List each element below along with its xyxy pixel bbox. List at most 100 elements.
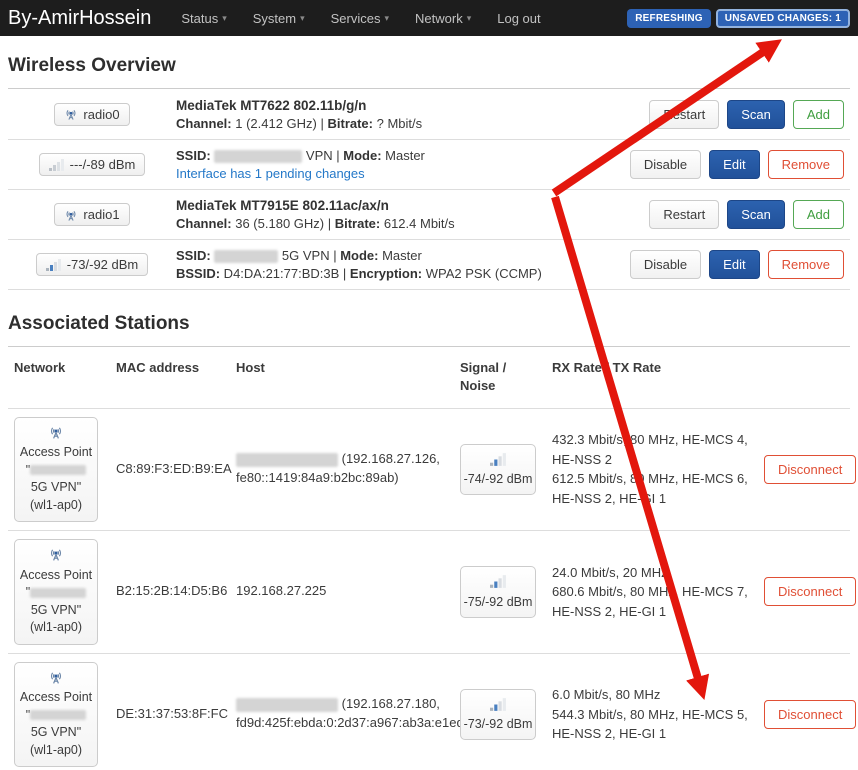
nav-item-logout[interactable]: Log out xyxy=(497,11,540,26)
stations-table-header: Network MAC address Host Signal / Noise … xyxy=(8,346,850,407)
disconnect-button[interactable]: Disconnect xyxy=(764,455,856,484)
network-badge-ssid-redacted: " xyxy=(17,462,95,480)
signal-badge: -73/-92 dBm xyxy=(36,253,149,276)
unsaved-changes-badge[interactable]: UNSAVED CHANGES: 1 xyxy=(716,9,850,28)
rate-cell: 432.3 Mbit/s, 80 MHz, HE-MCS 4, HE-NSS 2… xyxy=(552,430,764,508)
rx-rate: 6.0 Mbit/s, 80 MHz xyxy=(552,685,750,705)
nav-item-network[interactable]: Network ▾ xyxy=(415,11,471,26)
disable-button[interactable]: Disable xyxy=(630,150,701,179)
redacted-text xyxy=(30,710,86,720)
signal-badge-label: -75/-92 dBm xyxy=(463,595,533,609)
col-header-network: Network xyxy=(14,359,116,377)
scan-button[interactable]: Scan xyxy=(727,200,785,229)
network-badge-ssid-redacted: " xyxy=(17,584,95,602)
stations-table: Network MAC address Host Signal / Noise … xyxy=(8,346,850,770)
rate-cell: 6.0 Mbit/s, 80 MHz 544.3 Mbit/s, 80 MHz,… xyxy=(552,685,764,744)
nav-item-label: Log out xyxy=(497,11,540,26)
host-cell: (192.168.27.180, fd9d:425f:ebda:0:2d37:a… xyxy=(236,695,460,733)
signal-badge: -74/-92 dBm xyxy=(460,444,536,496)
antenna-icon xyxy=(48,669,64,685)
network-badge: Access Point " 5G VPN" (wl1-ap0) xyxy=(14,662,98,768)
signal-badge-label: -74/-92 dBm xyxy=(463,472,533,486)
radio-badge-label: radio0 xyxy=(83,107,119,122)
restart-button[interactable]: Restart xyxy=(649,200,719,229)
host-cell: 192.168.27.225 xyxy=(236,582,460,601)
disconnect-button[interactable]: Disconnect xyxy=(764,577,856,606)
network-badge-ssid: 5G VPN" xyxy=(17,602,95,620)
radio0-badge: radio0 xyxy=(54,103,129,126)
chevron-down-icon: ▾ xyxy=(222,13,227,24)
radio-device-detail: Channel: 36 (5.180 GHz) | Bitrate: 612.4… xyxy=(176,216,649,231)
remove-button[interactable]: Remove xyxy=(768,250,844,279)
ssid-line: SSID: 5G VPN | Mode: Master xyxy=(176,248,630,263)
redacted-text xyxy=(30,465,86,475)
network-badge-ifname: (wl1-ap0) xyxy=(17,497,95,515)
col-header-mac: MAC address xyxy=(116,359,236,377)
radio0-row: radio0 MediaTek MT7622 802.11b/g/n Chann… xyxy=(8,89,850,139)
tx-rate: 544.3 Mbit/s, 80 MHz, HE-MCS 5, HE-NSS 2… xyxy=(552,705,750,744)
nav-item-label: Services xyxy=(331,11,381,26)
edit-button[interactable]: Edit xyxy=(709,150,759,179)
network-badge-type: Access Point xyxy=(17,689,95,707)
col-header-host: Host xyxy=(236,359,460,377)
rx-rate: 432.3 Mbit/s, 80 MHz, HE-MCS 4, HE-NSS 2 xyxy=(552,430,750,469)
app-title: By-AmirHossein xyxy=(8,7,151,30)
disconnect-button[interactable]: Disconnect xyxy=(764,700,856,729)
scan-button[interactable]: Scan xyxy=(727,100,785,129)
ssid-line: SSID: VPN | Mode: Master xyxy=(176,148,630,163)
wireless-overview-table: radio0 MediaTek MT7622 802.11b/g/n Chann… xyxy=(8,89,850,290)
network-badge-ssid-redacted: " xyxy=(17,707,95,725)
nav-item-label: Network xyxy=(415,11,463,26)
radio-device-title: MediaTek MT7622 802.11b/g/n xyxy=(176,98,649,113)
add-button[interactable]: Add xyxy=(793,100,844,129)
antenna-icon xyxy=(64,107,78,121)
col-header-rate: RX Rate / TX Rate xyxy=(552,359,764,377)
mac-address: B2:15:2B:14:D5:B6 xyxy=(116,582,236,601)
network-badge-ifname: (wl1-ap0) xyxy=(17,619,95,637)
radio-badge-label: radio1 xyxy=(83,207,119,222)
nav-item-services[interactable]: Services ▾ xyxy=(331,11,389,26)
redacted-ssid xyxy=(214,250,278,263)
station-row: Access Point " 5G VPN" (wl1-ap0) B2:15:2… xyxy=(8,530,850,653)
rate-cell: 24.0 Mbit/s, 20 MHz 680.6 Mbit/s, 80 MHz… xyxy=(552,563,764,622)
wifi-network-row-5g: -73/-92 dBm SSID: 5G VPN | Mode: Master … xyxy=(8,239,850,289)
signal-badge-label: -73/-92 dBm xyxy=(67,257,139,272)
radio1-row: radio1 MediaTek MT7915E 802.11ac/ax/n Ch… xyxy=(8,189,850,239)
redacted-ssid xyxy=(214,150,302,163)
network-badge-type: Access Point xyxy=(17,444,95,462)
redacted-text xyxy=(30,588,86,598)
nav-item-status[interactable]: Status ▾ xyxy=(181,11,226,26)
nav-menu: Status ▾ System ▾ Services ▾ Network ▾ L… xyxy=(181,11,540,26)
remove-button[interactable]: Remove xyxy=(768,150,844,179)
signal-badge: -75/-92 dBm xyxy=(460,566,536,618)
radio-device-title: MediaTek MT7915E 802.11ac/ax/n xyxy=(176,198,649,213)
signal-bars-icon xyxy=(49,159,65,171)
mac-address: C8:89:F3:ED:B9:EA xyxy=(116,460,236,479)
associated-stations-heading: Associated Stations xyxy=(8,313,850,335)
pending-changes-link[interactable]: Interface has 1 pending changes xyxy=(176,166,630,181)
antenna-icon xyxy=(48,546,64,562)
chevron-down-icon: ▾ xyxy=(300,13,305,24)
radio1-badge: radio1 xyxy=(54,203,129,226)
signal-badge-label: -73/-92 dBm xyxy=(463,717,533,731)
signal-bars-icon xyxy=(490,698,507,711)
signal-bars-icon xyxy=(490,575,507,588)
network-badge-ifname: (wl1-ap0) xyxy=(17,742,95,760)
redacted-hostname xyxy=(236,698,338,712)
nav-item-label: Status xyxy=(181,11,218,26)
signal-bars-icon xyxy=(490,453,507,466)
refreshing-badge[interactable]: REFRESHING xyxy=(627,9,711,28)
restart-button[interactable]: Restart xyxy=(649,100,719,129)
disable-button[interactable]: Disable xyxy=(630,250,701,279)
edit-button[interactable]: Edit xyxy=(709,250,759,279)
wireless-overview-heading: Wireless Overview xyxy=(8,55,850,77)
nav-item-system[interactable]: System ▾ xyxy=(253,11,305,26)
station-row: Access Point " 5G VPN" (wl1-ap0) DE:31:3… xyxy=(8,653,850,770)
signal-badge-label: ---/-89 dBm xyxy=(70,157,136,172)
add-button[interactable]: Add xyxy=(793,200,844,229)
network-badge: Access Point " 5G VPN" (wl1-ap0) xyxy=(14,417,98,523)
network-badge-ssid: 5G VPN" xyxy=(17,724,95,742)
signal-badge: -73/-92 dBm xyxy=(460,689,536,741)
tx-rate: 680.6 Mbit/s, 80 MHz, HE-MCS 7, HE-NSS 2… xyxy=(552,582,750,621)
col-header-signal: Signal / Noise xyxy=(460,359,520,395)
